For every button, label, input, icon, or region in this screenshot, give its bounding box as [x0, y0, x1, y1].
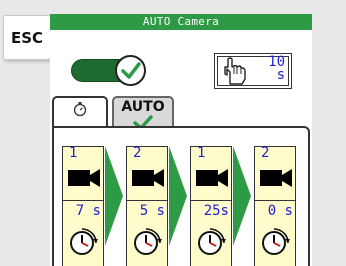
camera-number: 1	[197, 145, 206, 161]
tab-timer[interactable]	[52, 96, 108, 126]
duration-value: 25s	[203, 203, 229, 219]
sequence-step: 2 5 s	[126, 146, 168, 266]
video-camera-icon	[260, 169, 292, 187]
timer-value: 10 s	[268, 54, 285, 83]
camera-number: 1	[69, 145, 78, 161]
duration-select-button[interactable]: 7 s	[62, 201, 104, 266]
arrow-right-icon	[233, 146, 251, 246]
camera-screen: AUTO Camera 10 s AUTO 1 7 s 2 5 s 1 25s …	[50, 14, 312, 266]
camera-number: 2	[133, 145, 142, 161]
hand-pointer-icon	[224, 57, 246, 85]
sequence-panel: 1 7 s 2 5 s 1 25s 2 0 s	[52, 126, 310, 266]
video-camera-icon	[196, 169, 228, 187]
camera-select-button[interactable]: 1	[62, 146, 104, 201]
clock-icon	[262, 228, 290, 255]
camera-select-button[interactable]: 1	[190, 146, 232, 201]
camera-number: 2	[261, 145, 270, 161]
auto-camera-toggle[interactable]	[71, 55, 146, 86]
clock-icon	[198, 228, 226, 255]
timer-setting-button[interactable]: 10 s	[214, 53, 292, 89]
tab-auto-label: AUTO	[121, 99, 165, 115]
sequence-step: 1 7 s	[62, 146, 104, 266]
camera-select-button[interactable]: 2	[126, 146, 168, 201]
duration-value: 0 s	[267, 203, 293, 219]
sequence-step: 2 0 s	[254, 146, 296, 266]
esc-button[interactable]: ESC	[3, 15, 51, 60]
arrow-right-icon	[105, 146, 123, 246]
sequence-step: 1 25s	[190, 146, 232, 266]
screen-title: AUTO Camera	[50, 14, 312, 30]
clock-icon	[70, 228, 98, 255]
clock-icon	[134, 228, 162, 255]
camera-select-button[interactable]: 2	[254, 146, 296, 201]
duration-value: 7 s	[75, 203, 101, 219]
duration-value: 5 s	[139, 203, 165, 219]
duration-select-button[interactable]: 5 s	[126, 201, 168, 266]
check-icon	[120, 61, 141, 79]
toggle-knob	[115, 55, 146, 86]
video-camera-icon	[68, 169, 100, 187]
stopwatch-icon	[73, 102, 87, 117]
video-camera-icon	[132, 169, 164, 187]
duration-select-button[interactable]: 0 s	[254, 201, 296, 266]
arrow-right-icon	[169, 146, 187, 246]
duration-select-button[interactable]: 25s	[190, 201, 232, 266]
